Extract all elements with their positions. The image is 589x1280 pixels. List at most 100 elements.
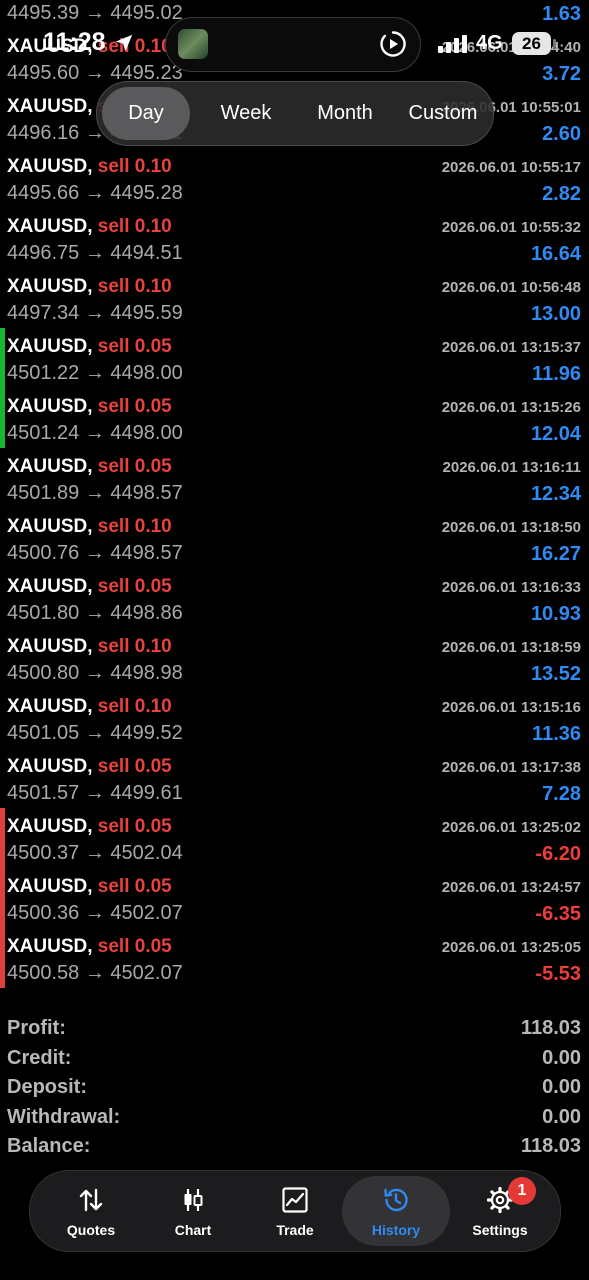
deal-profit: 11.36 — [532, 723, 581, 745]
location-arrow-icon — [115, 34, 133, 52]
tab-label: Quotes — [66, 1222, 116, 1238]
deal-title: XAUUSD, sell 0.05 — [7, 576, 172, 598]
dynamic-island[interactable] — [165, 17, 421, 72]
deal-prices: 4501.89 → 4498.57 — [7, 482, 183, 504]
summary-row: Profit: 118.03 — [0, 1015, 589, 1045]
deal-row[interactable]: XAUUSD, sell 0.05 2026.06.01 13:15:26 45… — [0, 388, 589, 448]
summary-label: Balance: — [7, 1135, 91, 1158]
deal-title: XAUUSD, sell 0.10 — [7, 276, 172, 298]
deal-symbol: XAUUSD, — [7, 816, 93, 837]
period-option-day[interactable]: Day — [102, 87, 190, 140]
deal-time: 2026.06.01 13:18:50 — [441, 519, 581, 536]
tab-chart[interactable]: Chart — [142, 1171, 244, 1251]
summary-row: Balance: 118.03 — [0, 1133, 589, 1163]
deal-title: XAUUSD, sell 0.10 — [7, 696, 172, 718]
deal-row[interactable]: XAUUSD, sell 0.05 2026.06.01 13:24:57 45… — [0, 868, 589, 928]
deal-side-volume: sell 0.05 — [97, 576, 172, 597]
deal-marker-loss — [0, 868, 5, 928]
tab-history[interactable]: History — [342, 1176, 450, 1246]
deal-prices: 4500.36 → 4502.07 — [7, 902, 183, 924]
summary-label: Withdrawal: — [7, 1105, 121, 1128]
deal-prices: 4501.05 → 4499.52 — [7, 722, 183, 744]
tab-label: Trade — [276, 1222, 314, 1238]
screen-recording-icon — [380, 31, 406, 57]
deal-row[interactable]: XAUUSD, sell 0.05 2026.06.01 13:25:02 45… — [0, 808, 589, 868]
deal-time: 2026.06.01 13:25:02 — [441, 819, 581, 836]
period-option-week[interactable]: Week — [200, 82, 292, 145]
deal-symbol: XAUUSD, — [7, 636, 93, 657]
deal-profit: 12.34 — [530, 483, 581, 505]
deal-symbol: XAUUSD, — [7, 396, 93, 417]
deal-row[interactable]: XAUUSD, sell 0.05 2026.06.01 13:25:05 45… — [0, 928, 589, 988]
deal-symbol: XAUUSD, — [7, 696, 93, 717]
deal-side-volume: sell 0.10 — [97, 216, 172, 237]
deal-side-volume: sell 0.05 — [97, 396, 172, 417]
summary-value: 0.00 — [542, 1076, 581, 1099]
media-thumbnail — [178, 29, 208, 59]
deal-prices: 4497.34 → 4495.59 — [7, 302, 183, 324]
deal-symbol: XAUUSD, — [7, 576, 93, 597]
deal-prices: 4501.57 → 4499.61 — [7, 782, 183, 804]
deal-side-volume: sell 0.05 — [97, 456, 172, 477]
period-selector[interactable]: Day Week Month Custom — [96, 81, 494, 146]
deal-row[interactable]: XAUUSD, sell 0.05 2026.06.01 13:15:37 45… — [0, 328, 589, 388]
deal-side-volume: sell 0.05 — [97, 876, 172, 897]
deal-title: XAUUSD, sell 0.05 — [7, 876, 172, 898]
deal-row[interactable]: XAUUSD, sell 0.10 2026.06.01 13:18:50 45… — [0, 508, 589, 568]
battery-icon: 26 — [512, 32, 551, 55]
tab-label: History — [371, 1222, 421, 1238]
deal-side-volume: sell 0.10 — [97, 156, 172, 177]
deal-profit: 13.00 — [530, 303, 581, 325]
deal-marker-loss — [0, 808, 5, 868]
summary-row: Credit: 0.00 — [0, 1045, 589, 1075]
deal-side-volume: sell 0.10 — [97, 636, 172, 657]
deal-time: 2026.06.01 10:56:48 — [441, 279, 581, 296]
deal-profit: 11.96 — [532, 363, 581, 385]
deal-side-volume: sell 0.05 — [97, 936, 172, 957]
deal-title: XAUUSD, sell 0.10 — [7, 636, 172, 658]
deal-profit: 16.64 — [530, 243, 581, 265]
bottom-tab-bar: Quotes Chart Trade History Settings — [29, 1170, 561, 1252]
deal-prices: 4501.80 → 4498.86 — [7, 602, 183, 624]
tab-quotes[interactable]: Quotes — [40, 1171, 142, 1251]
battery-tip — [553, 39, 556, 48]
deal-row[interactable]: XAUUSD, sell 0.10 2026.06.01 13:15:16 45… — [0, 688, 589, 748]
summary-row: Withdrawal: 0.00 — [0, 1104, 589, 1134]
deal-row[interactable]: XAUUSD, sell 0.10 2026.06.01 10:55:17 44… — [0, 148, 589, 208]
deal-profit: 10.93 — [530, 603, 581, 625]
deal-side-volume: sell 0.10 — [97, 516, 172, 537]
tab-settings[interactable]: Settings — [449, 1171, 551, 1251]
deal-row[interactable]: XAUUSD, sell 0.10 2026.06.01 10:55:32 44… — [0, 208, 589, 268]
deal-side-volume: sell 0.10 — [97, 276, 172, 297]
deal-row[interactable]: XAUUSD, sell 0.05 2026.06.01 13:16:33 45… — [0, 568, 589, 628]
quotes-icon — [79, 1188, 103, 1212]
deal-row[interactable]: XAUUSD, sell 0.10 2026.06.01 10:56:48 44… — [0, 268, 589, 328]
deal-time: 2026.06.01 13:25:05 — [441, 939, 581, 956]
deal-time: 2026.06.01 13:24:57 — [441, 879, 581, 896]
deal-prices: 4501.24 → 4498.00 — [7, 422, 183, 444]
status-bar: 11:28 4G 26 — [0, 0, 589, 86]
deal-symbol: XAUUSD, — [7, 456, 93, 477]
deal-title: XAUUSD, sell 0.05 — [7, 756, 172, 778]
deal-marker-loss — [0, 928, 5, 988]
status-time: 11:28 — [43, 28, 106, 56]
deal-profit: -5.53 — [535, 963, 581, 985]
deal-history-list[interactable]: XAUUSD, sell 0.10 2026.06.01 10:54:38 44… — [0, 0, 589, 988]
deal-profit: 13.52 — [530, 663, 581, 685]
history-icon — [384, 1188, 408, 1212]
deal-profit: 2.82 — [542, 183, 581, 205]
tab-trade[interactable]: Trade — [244, 1171, 346, 1251]
period-option-month[interactable]: Month — [297, 82, 393, 145]
period-option-custom[interactable]: Custom — [395, 82, 491, 145]
deal-marker-win — [0, 328, 5, 388]
deal-symbol: XAUUSD, — [7, 876, 93, 897]
deal-row[interactable]: XAUUSD, sell 0.05 2026.06.01 13:17:38 45… — [0, 748, 589, 808]
deal-symbol: XAUUSD, — [7, 156, 93, 177]
deal-symbol: XAUUSD, — [7, 516, 93, 537]
account-summary: Profit: 118.03 Credit: 0.00 Deposit: 0.00 W… — [0, 1015, 589, 1163]
deal-time: 2026.06.01 10:55:17 — [441, 159, 581, 176]
deal-time: 2026.06.01 13:15:16 — [441, 699, 581, 716]
deal-row[interactable]: XAUUSD, sell 0.10 2026.06.01 13:18:59 45… — [0, 628, 589, 688]
deal-row[interactable]: XAUUSD, sell 0.05 2026.06.01 13:16:11 45… — [0, 448, 589, 508]
deal-marker-win — [0, 388, 5, 448]
